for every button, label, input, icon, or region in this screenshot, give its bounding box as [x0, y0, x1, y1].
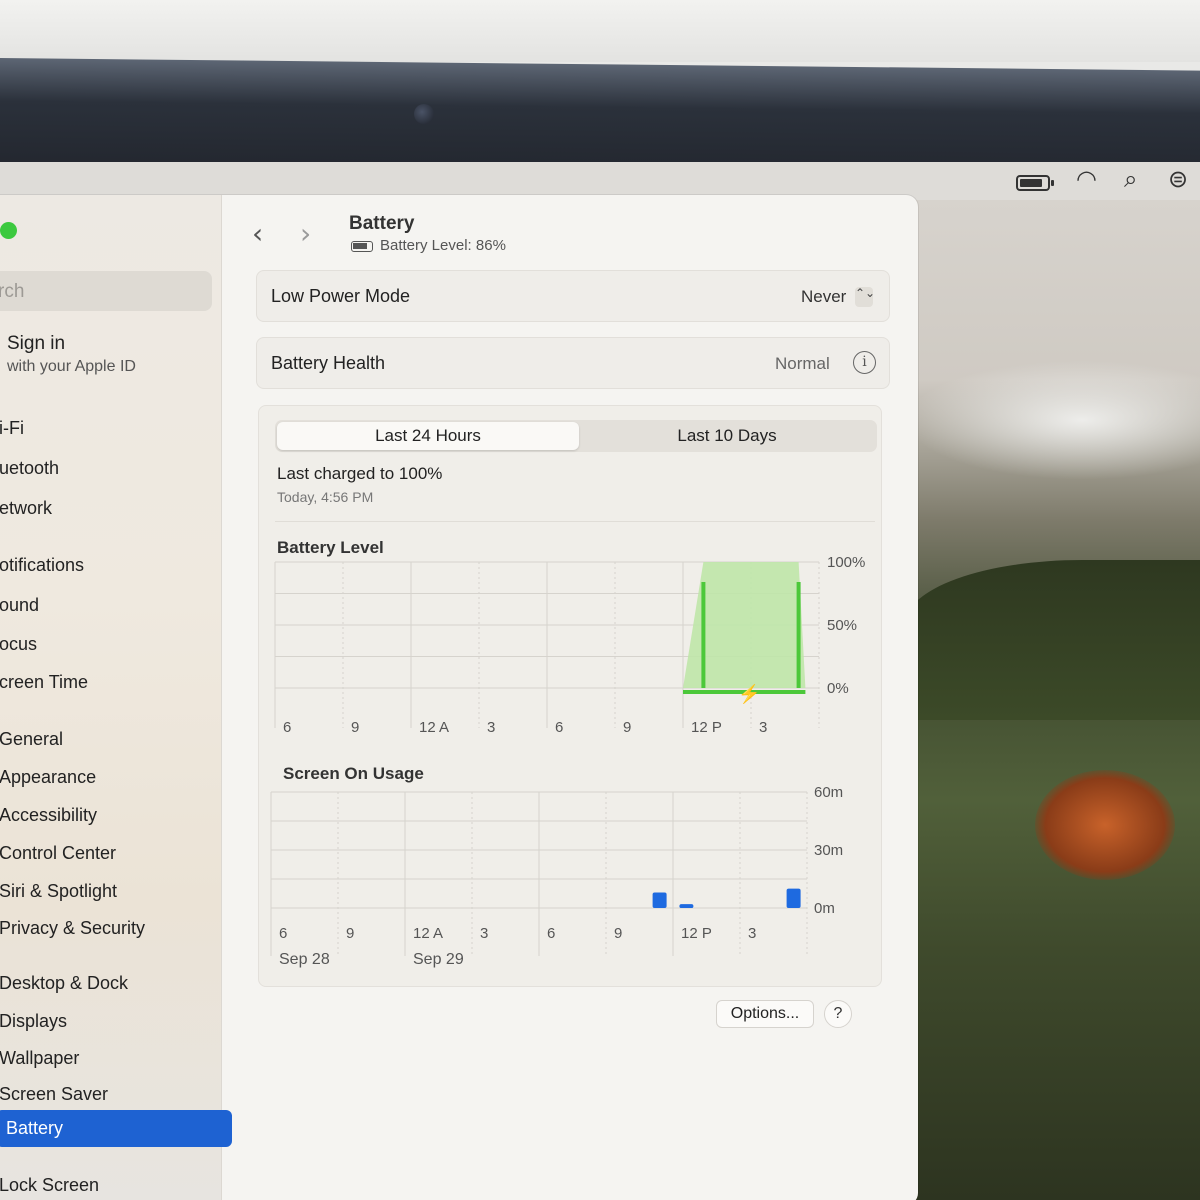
sidebar-item[interactable]: Battery: [0, 1110, 232, 1147]
sidebar-item[interactable]: i-Fi: [0, 415, 24, 441]
usage-bar: [679, 904, 694, 908]
laptop-bezel: [0, 58, 1200, 179]
y-tick-label: 100%: [827, 556, 865, 571]
sidebar-item[interactable]: Appearance: [0, 764, 96, 790]
x-tick-label: 12 A: [413, 925, 443, 942]
wallpaper-hill: [905, 560, 1200, 720]
x-tick-label: 9: [623, 719, 631, 736]
x-tick-label: 9: [351, 719, 359, 736]
x-tick-label: 6: [555, 719, 563, 736]
x-tick-label: 3: [748, 925, 756, 942]
search-input[interactable]: rch: [0, 271, 212, 311]
y-tick-label: 0%: [827, 680, 849, 697]
info-icon[interactable]: i: [853, 351, 876, 374]
sidebar-item[interactable]: etwork: [0, 495, 52, 521]
divider: [275, 521, 875, 522]
photo-stage: ◠ ⌕ ⊜ rch Sign in with your Apple ID i-F…: [0, 0, 1200, 1200]
usage-bar: [786, 888, 801, 908]
main-pane: ‹ › Battery Battery Level: 86% Low Power…: [222, 195, 918, 1200]
x-tick-label: 12 A: [419, 719, 449, 736]
sidebar-item[interactable]: Screen Saver: [0, 1081, 108, 1107]
sidebar: rch Sign in with your Apple ID i-Fi uetoo…: [0, 195, 232, 1200]
y-tick-label: 30m: [814, 842, 843, 859]
help-button[interactable]: ?: [824, 1000, 852, 1028]
page-title: Battery: [349, 213, 415, 234]
settings-window: rch Sign in with your Apple ID i-Fi uetoo…: [0, 195, 918, 1200]
sidebar-item[interactable]: ocus: [0, 631, 37, 657]
x-tick-label: 3: [480, 925, 488, 942]
popup-stepper-icon[interactable]: ⌃⌄: [855, 287, 875, 307]
options-button[interactable]: Options...: [716, 1000, 814, 1028]
wallpaper-fog: [905, 360, 1200, 480]
date-label: Sep 28: [279, 951, 330, 968]
x-tick-label: 9: [346, 925, 354, 942]
usage-bar: [652, 892, 667, 908]
forward-button[interactable]: ›: [300, 217, 311, 250]
last-charged-title: Last charged to 100%: [277, 464, 443, 483]
zoom-button[interactable]: [0, 222, 17, 239]
control-center-icon[interactable]: ⊜: [1168, 168, 1188, 192]
apple-id-sign-in[interactable]: Sign in with your Apple ID: [7, 333, 136, 376]
wallpaper-tree: [1035, 770, 1175, 880]
x-tick-label: 6: [283, 719, 291, 736]
time-range-segmented-control: Last 24 Hours Last 10 Days: [275, 420, 877, 452]
tab-last-10-days[interactable]: Last 10 Days: [579, 422, 875, 450]
screen-on-usage-chart: 6 9 12 A 3 6 9 12 P 3 Sep 28 Sep 29 60m 30m 0m: [270, 784, 843, 968]
battery-health-label: Battery Health: [271, 353, 386, 373]
x-tick-label: 6: [547, 925, 555, 942]
sidebar-item[interactable]: Desktop & Dock: [0, 970, 128, 996]
x-tick-label: 6: [279, 925, 287, 942]
battery-level-area: [683, 562, 806, 688]
low-power-mode-row: Low Power Mode Never ⌃⌄: [256, 270, 890, 322]
low-power-mode-value[interactable]: Never: [801, 287, 846, 307]
sidebar-item[interactable]: uetooth: [0, 455, 59, 481]
battery-level-icon: [351, 241, 373, 252]
battery-level-chart-title: Battery Level: [277, 538, 384, 557]
date-label: Sep 29: [413, 951, 464, 968]
battery-health-row: Battery Health Normal i: [256, 337, 890, 389]
low-power-mode-label: Low Power Mode: [271, 286, 411, 306]
last-charged-time: Today, 4:56 PM: [277, 489, 374, 505]
battery-level-chart: 6 9 12 A 3 6 9 12 P 3 100% 50% 0% ⚡: [274, 556, 865, 736]
sidebar-item[interactable]: otifications: [0, 552, 84, 578]
sidebar-item[interactable]: ound: [0, 592, 39, 618]
y-tick-label: 60m: [814, 784, 843, 801]
sidebar-item[interactable]: Displays: [0, 1008, 67, 1034]
battery-health-value: Normal: [775, 354, 830, 373]
sidebar-item[interactable]: Siri & Spotlight: [0, 878, 117, 904]
x-tick-label: 9: [614, 925, 622, 942]
sidebar-item[interactable]: creen Time: [0, 669, 88, 695]
charging-icon: ⚡: [738, 683, 760, 705]
search-icon[interactable]: ⌕: [1124, 168, 1137, 192]
background-wall: [0, 0, 1200, 62]
sidebar-item[interactable]: General: [0, 726, 63, 752]
sidebar-item[interactable]: Lock Screen: [0, 1172, 99, 1198]
page-subtitle: Battery Level: 86%: [380, 237, 506, 254]
battery-icon[interactable]: [1016, 175, 1054, 191]
y-tick-label: 50%: [827, 617, 857, 634]
sign-in-title: Sign in: [7, 333, 66, 354]
tab-last-24-hours[interactable]: Last 24 Hours: [277, 422, 579, 450]
sidebar-item[interactable]: Accessibility: [0, 802, 97, 828]
sidebar-item[interactable]: Privacy & Security: [0, 915, 145, 941]
wifi-icon[interactable]: ◠: [1076, 168, 1097, 192]
usage-panel: Last 24 Hours Last 10 Days Last charged …: [258, 405, 882, 987]
y-tick-label: 0m: [814, 900, 835, 917]
back-button[interactable]: ‹: [252, 217, 263, 250]
sign-in-subtitle: with your Apple ID: [7, 358, 136, 375]
x-tick-label: 12 P: [681, 925, 712, 942]
camera: [414, 104, 434, 124]
x-tick-label: 3: [759, 719, 767, 736]
sidebar-item[interactable]: Wallpaper: [0, 1045, 79, 1071]
x-tick-label: 12 P: [691, 719, 722, 736]
x-tick-label: 3: [487, 719, 495, 736]
sidebar-item[interactable]: Control Center: [0, 840, 116, 866]
